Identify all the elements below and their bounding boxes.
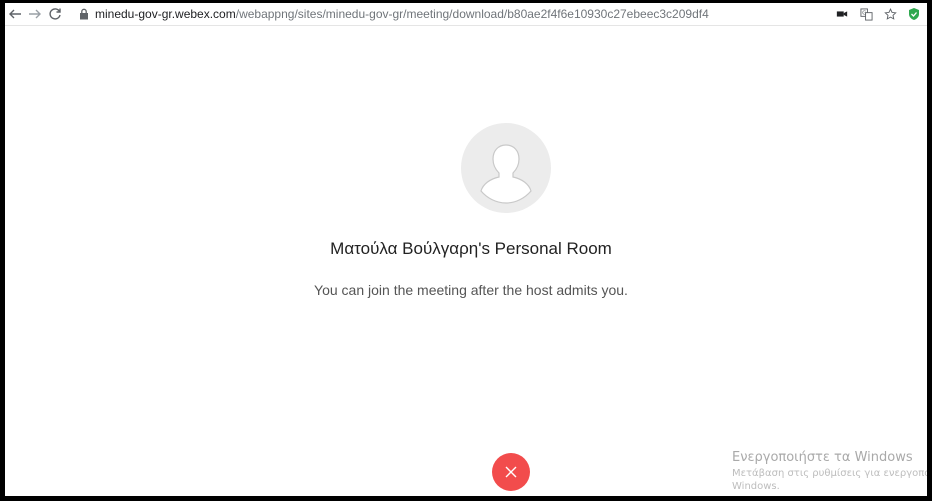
bookmark-star-icon[interactable] <box>883 7 897 21</box>
address-bar[interactable]: minedu-gov-gr.webex.com/webappng/sites/m… <box>95 7 785 21</box>
camera-icon[interactable] <box>835 7 849 21</box>
lock-icon[interactable] <box>79 8 89 20</box>
reload-icon <box>49 8 61 20</box>
back-button[interactable] <box>5 4 25 24</box>
forward-button[interactable] <box>25 4 45 24</box>
browser-window: minedu-gov-gr.webex.com/webappng/sites/m… <box>0 0 932 501</box>
reload-button[interactable] <box>45 4 65 24</box>
host-avatar <box>461 123 551 213</box>
arrow-right-icon <box>29 9 41 19</box>
room-title: Ματούλα Βούλγαρη's Personal Room <box>330 239 612 258</box>
waiting-message: You can join the meeting after the host … <box>314 282 628 298</box>
arrow-left-icon <box>9 9 21 19</box>
translate-icon[interactable]: G <box>859 7 873 21</box>
user-silhouette-icon <box>480 144 532 204</box>
watermark-line1: Μετάβαση στις ρυθμίσεις για ενεργοπο <box>732 468 927 479</box>
watermark-title: Ενεργοποιήστε τα Windows <box>732 450 913 465</box>
watermark-line2: Windows. <box>732 481 780 492</box>
browser-toolbar: minedu-gov-gr.webex.com/webappng/sites/m… <box>5 3 927 26</box>
windows-activation-watermark: Ενεργοποιήστε τα Windows Μετάβαση στις ρ… <box>732 450 927 492</box>
shield-extension-icon[interactable] <box>907 7 921 21</box>
url-path: /webappng/sites/minedu-gov-gr/meeting/do… <box>235 7 709 21</box>
leave-meeting-button[interactable] <box>492 453 530 491</box>
svg-text:G: G <box>862 10 866 16</box>
close-icon <box>505 466 517 478</box>
url-host: minedu-gov-gr.webex.com <box>95 7 236 21</box>
